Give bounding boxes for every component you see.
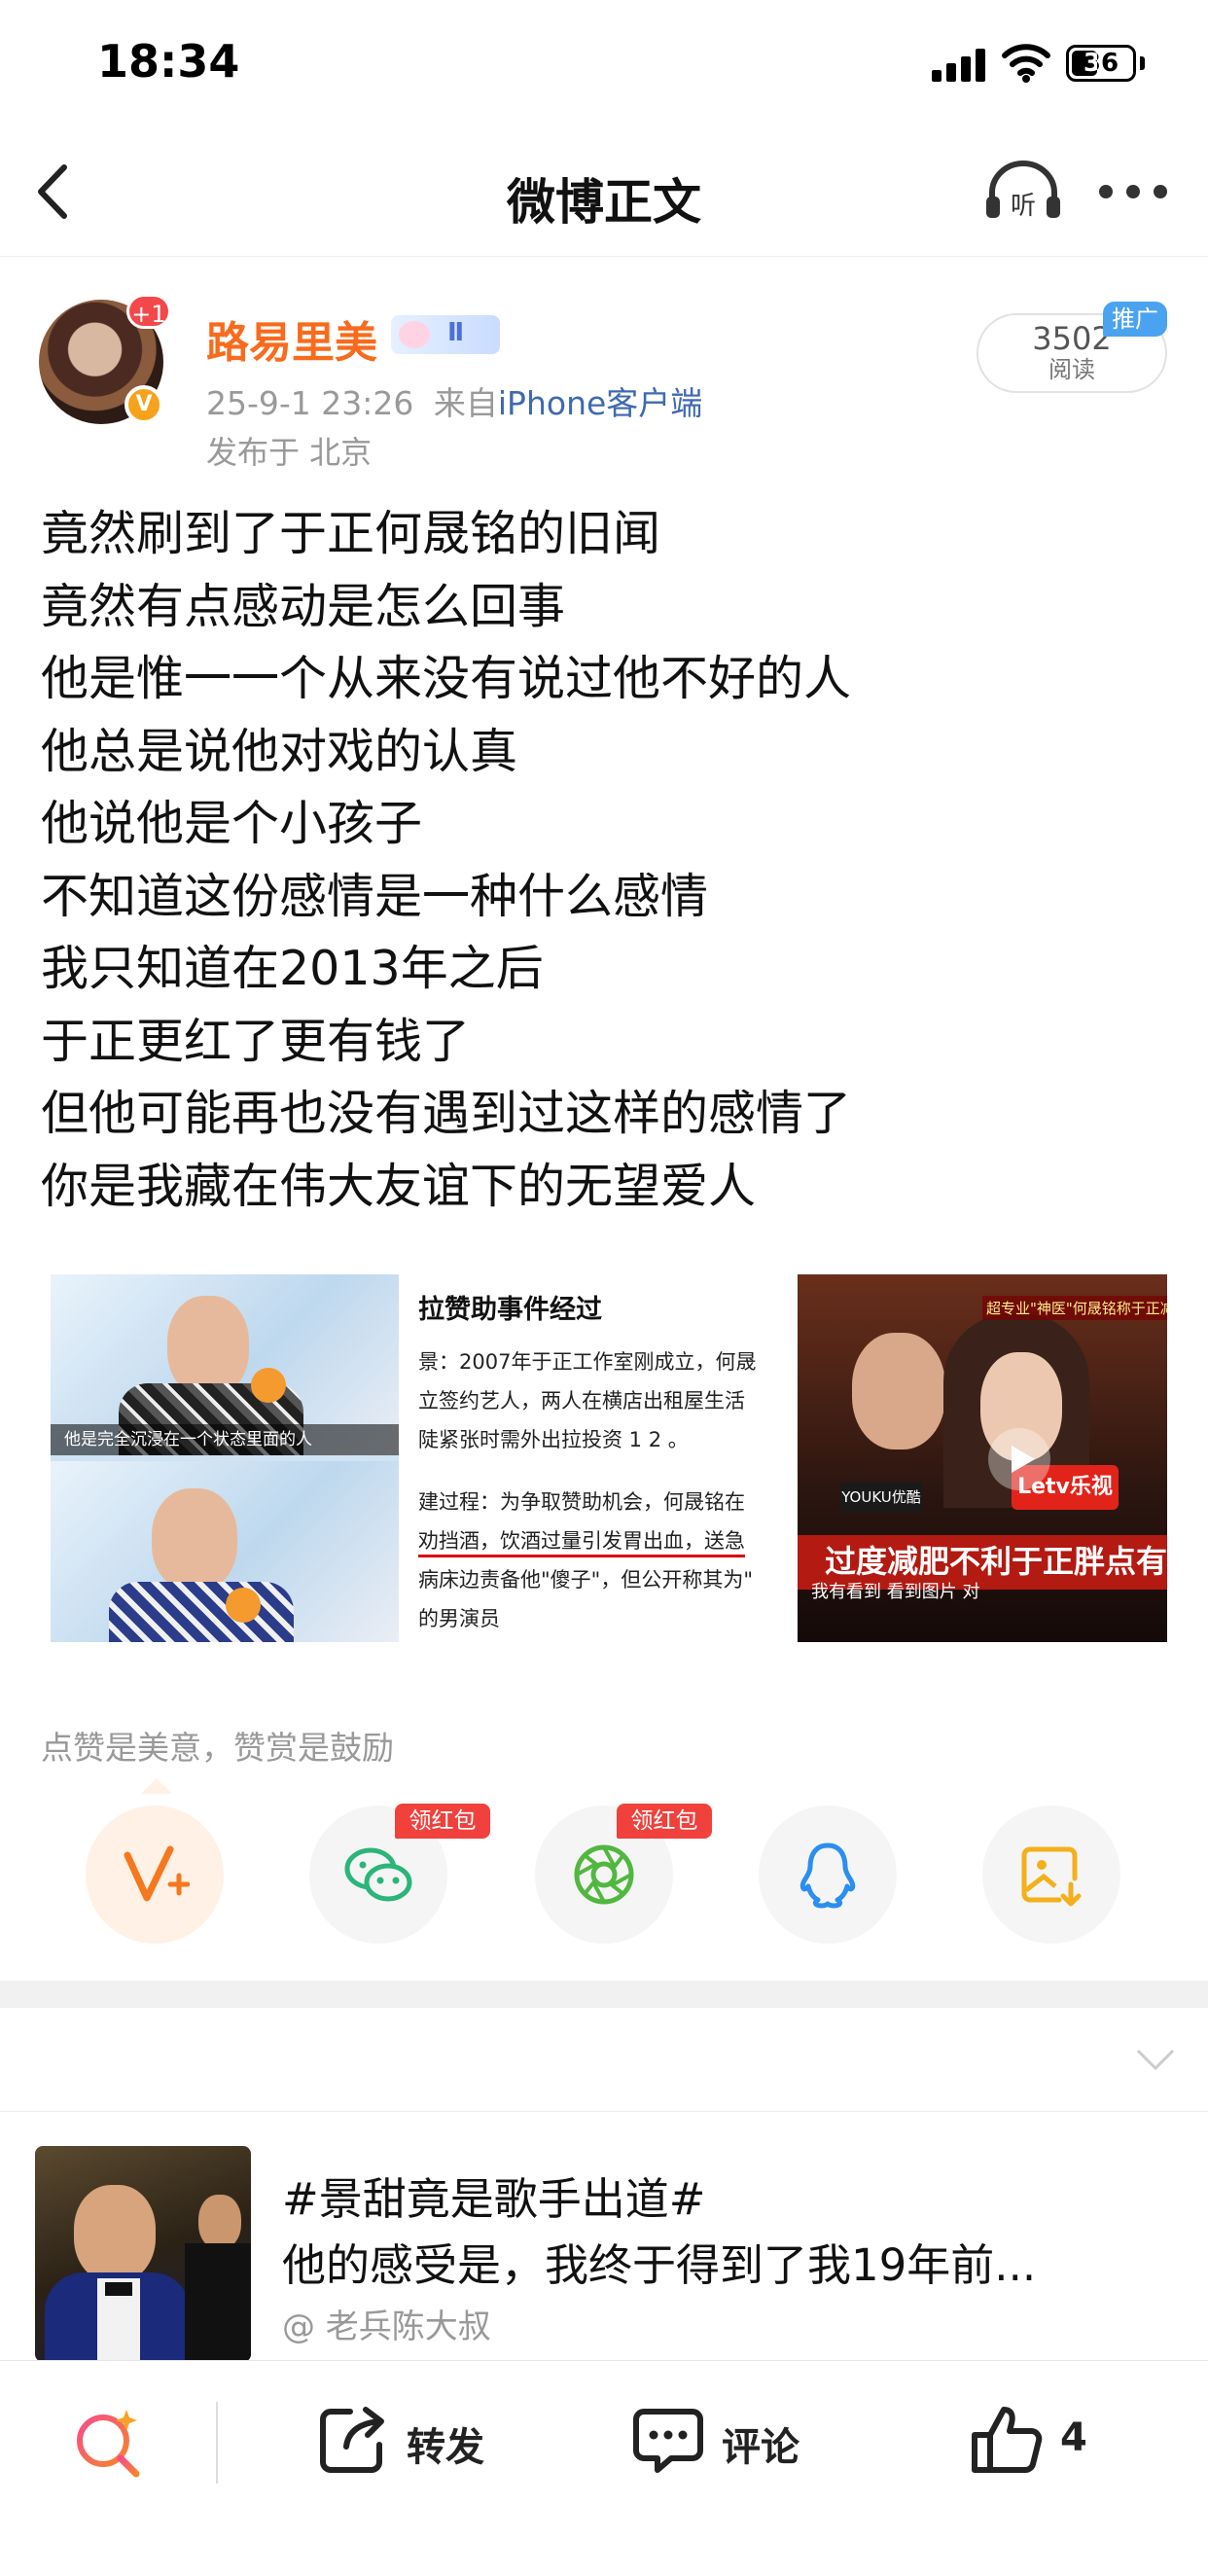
avatar[interactable]: +1 V: [39, 294, 171, 424]
status-bar: 18:34 36: [0, 0, 1208, 126]
wifi-icon: [1002, 44, 1050, 83]
recommended-author[interactable]: @ 老兵陈大叔: [282, 2300, 491, 2347]
post-image-1[interactable]: 他是完全沉浸在一个状态里面的人: [51, 1274, 399, 1642]
bottom-action-bar: 转发 评论 4: [0, 2360, 1208, 2576]
post-image-3[interactable]: 超专业"神医"何晟铭称于正减 YOUKU优酷 Letv乐视 过度减肥不利于正胖点…: [798, 1274, 1167, 1642]
wechat-icon: [344, 1847, 412, 1902]
status-time: 18:34: [97, 35, 240, 88]
reward-hint: 点赞是美意，赞赏是鼓励: [41, 1729, 394, 1767]
moments-icon: [574, 1844, 634, 1905]
member-badge-icon[interactable]: Ⅱ: [391, 315, 500, 354]
like-count: 4: [1060, 2415, 1087, 2460]
promo-tag[interactable]: 推广: [1103, 302, 1167, 337]
recommended-thumbnail[interactable]: [35, 2146, 251, 2362]
post-line: 我只知道在2013年之后: [41, 941, 544, 996]
reward-button[interactable]: [86, 1806, 224, 1944]
post-line: 竟然有点感动是怎么回事: [41, 578, 566, 634]
post-line: 不知道这份感情是一种什么感情: [41, 868, 709, 924]
post-meta: 25-9-1 23:26 来自iPhone客户端: [206, 377, 702, 424]
article-line: 的男演员: [418, 1607, 500, 1630]
post-body: 竟然刷到了于正何晟铭的旧闻 竟然有点感动是怎么回事 他是惟一一个从来没有说过他不…: [41, 498, 1169, 1223]
battery-level: 36: [1083, 49, 1119, 78]
red-packet-tag[interactable]: 领红包: [395, 1804, 490, 1839]
verified-icon: V: [124, 385, 163, 424]
listen-icon[interactable]: 听: [982, 160, 1064, 222]
article-line: 景：2007年于正工作室刚成立，何晟: [418, 1350, 757, 1374]
post-line: 他说他是个小孩子: [41, 796, 423, 851]
save-image-button[interactable]: [982, 1806, 1120, 1944]
repost-icon: [320, 2407, 384, 2473]
video-subtitle: 过度减肥不利于正胖点有福气: [825, 1543, 1167, 1580]
post-line: 于正更红了更有钱了: [41, 1013, 471, 1069]
svg-text:听: 听: [1011, 192, 1036, 221]
article-line: 陡紧张时需外出拉投资 1 2 。: [418, 1428, 689, 1451]
author-name[interactable]: 路易里美: [206, 307, 377, 370]
youku-logo: YOUKU优酷: [840, 1483, 922, 1512]
qq-icon: [799, 1843, 856, 1909]
repost-button[interactable]: 转发: [315, 2398, 500, 2486]
video-caption-top: 超专业"神医"何晟铭称于正减: [982, 1296, 1167, 1320]
nav-bar: 微博正文 听: [0, 126, 1208, 257]
comment-label: 评论: [722, 2425, 799, 2470]
post-source[interactable]: iPhone客户端: [498, 384, 702, 422]
repost-label: 转发: [407, 2425, 484, 2470]
red-packet-tag[interactable]: 领红包: [617, 1804, 712, 1839]
like-button[interactable]: 4: [969, 2398, 1115, 2486]
share-qq-button[interactable]: [759, 1806, 897, 1944]
read-label: 阅读: [1048, 356, 1095, 383]
play-icon[interactable]: [988, 1428, 1050, 1490]
article-line: 病床边责备他"傻子"，但公开称其为": [418, 1568, 753, 1592]
post-image-2[interactable]: 拉赞助事件经过 景：2007年于正工作室刚成立，何晟 立签约艺人，两人在横店出租…: [401, 1274, 796, 1642]
reward-icon: [124, 1845, 190, 1902]
search-icon[interactable]: [70, 2404, 148, 2482]
member-level: Ⅱ: [447, 318, 465, 347]
avatar-badge: +1: [126, 294, 171, 329]
chevron-down-icon[interactable]: [1134, 2047, 1177, 2072]
image-caption: 他是完全沉浸在一个状态里面的人: [51, 1424, 399, 1455]
article-line: 立签约艺人，两人在横店出租屋生活: [418, 1389, 745, 1413]
recommended-subtitle[interactable]: 他的感受是，我终于得到了我19年前...: [282, 2230, 1036, 2293]
post-location: 发布于 北京: [206, 434, 373, 471]
post-line: 但他可能再也没有遇到过这样的感情了: [41, 1086, 852, 1141]
save-image-icon: [1021, 1846, 1082, 1907]
section-divider: [0, 1981, 1208, 2008]
post-line: 他总是说他对戏的认真: [41, 723, 518, 779]
article-heading: 拉赞助事件经过: [418, 1295, 602, 1325]
post-line: 他是惟一一个从来没有说过他不好的人: [41, 651, 852, 706]
like-icon: [972, 2407, 1043, 2473]
source-prefix: 来自: [433, 384, 498, 422]
battery-icon: 36: [1066, 45, 1136, 82]
more-icon[interactable]: [1099, 185, 1167, 198]
post-line: 竟然刷到了于正何晟铭的旧闻: [41, 506, 661, 561]
post-line: 你是我藏在伟大友谊下的无望爱人: [41, 1158, 757, 1214]
signal-icon: [932, 49, 986, 82]
video-subtitle-small: 我有看到 看到图片 对: [811, 1582, 980, 1602]
article-line: 建过程：为争取赞助机会，何晟铭在: [418, 1490, 745, 1514]
recommended-title[interactable]: #景甜竟是歌手出道#: [282, 2164, 705, 2227]
article-line: 劝挡酒，饮酒过量引发胃出血，送急: [418, 1525, 745, 1557]
comment-button[interactable]: 评论: [630, 2398, 815, 2486]
post-timestamp: 25-9-1 23:26: [206, 384, 414, 422]
comment-icon: [633, 2409, 703, 2473]
